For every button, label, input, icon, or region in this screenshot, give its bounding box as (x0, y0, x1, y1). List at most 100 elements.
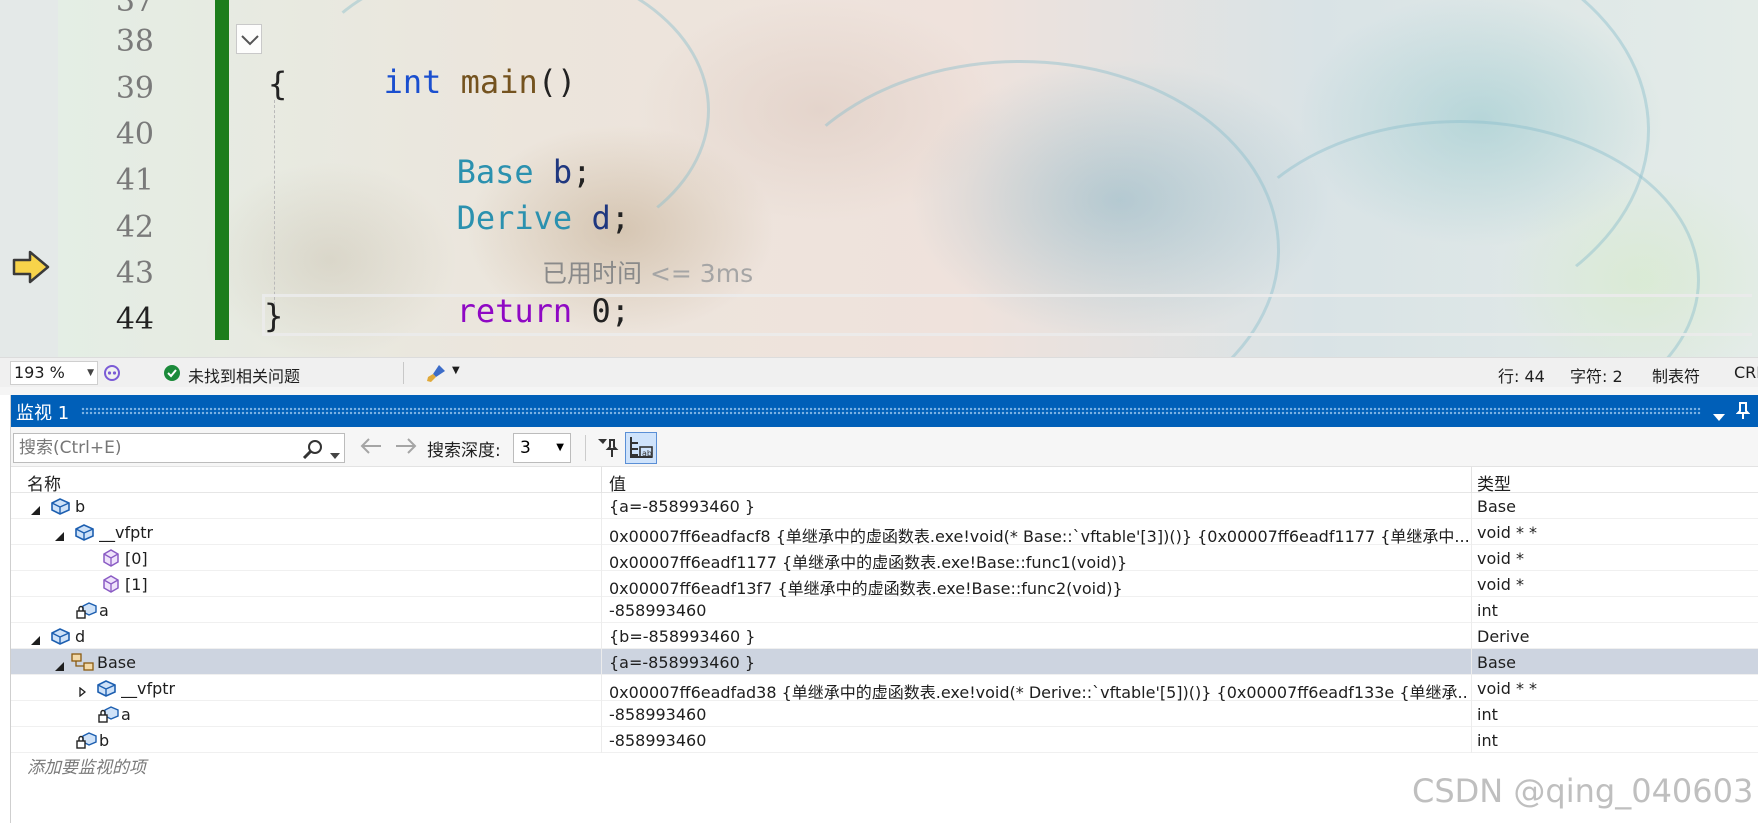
fold-icon[interactable] (236, 24, 262, 54)
table-row[interactable]: d {b=-858993460 } Derive (11, 623, 1758, 649)
var-name: a (99, 601, 109, 620)
chevron-down-icon[interactable]: ▼ (452, 365, 460, 376)
collapse-icon[interactable] (31, 630, 40, 649)
var-value[interactable]: 0x00007ff6eadf1177 {单继承中的虚函数表.exe!Base::… (609, 549, 1469, 573)
table-row[interactable]: [1] 0x00007ff6eadf13f7 {单继承中的虚函数表.exe!Ba… (11, 571, 1758, 599)
line-number: 43 (115, 256, 154, 291)
change-tracking-bar (215, 0, 229, 340)
code-editor[interactable]: 37 38 39 40 41 42 43 44 int main() { Bas… (0, 0, 1758, 357)
search-input[interactable] (19, 437, 279, 459)
array-element-icon (101, 574, 121, 598)
search-icon[interactable] (302, 439, 324, 463)
grid-icon[interactable]: ab (625, 432, 657, 464)
forward-arrow-icon[interactable] (394, 437, 418, 459)
tab-indicator[interactable]: 制表符 (1652, 363, 1700, 387)
collapse-icon[interactable] (55, 656, 64, 675)
splitter[interactable] (0, 387, 1758, 395)
private-field-icon (75, 730, 97, 754)
line-indicator[interactable]: 行: 44 (1498, 363, 1545, 387)
search-box[interactable] (13, 433, 345, 463)
object-icon (49, 626, 71, 650)
field-icon (73, 522, 95, 546)
var-type: Derive (1477, 627, 1530, 646)
table-row[interactable]: [0] 0x00007ff6eadf1177 {单继承中的虚函数表.exe!Ba… (11, 545, 1758, 573)
var-name: Base (97, 653, 136, 672)
table-row[interactable]: b {a=-858993460 } Base (11, 493, 1758, 519)
var-name: a (121, 705, 131, 724)
line-number: 44 (115, 302, 154, 337)
back-arrow-icon[interactable] (359, 437, 383, 459)
table-row[interactable]: __vfptr 0x00007ff6eadfad38 {单继承中的虚函数表.ex… (11, 675, 1758, 703)
var-value[interactable]: -858993460 (609, 601, 1469, 620)
collapse-icon[interactable] (31, 500, 40, 519)
svg-text:ab: ab (642, 449, 652, 458)
column-header-value[interactable]: 值 (609, 470, 626, 495)
perf-tip-label: 已用时间 (542, 259, 643, 288)
var-value[interactable]: -858993460 (609, 731, 1469, 750)
watch-title-bar[interactable]: 监视 1 (11, 395, 1758, 427)
column-resizer[interactable] (1471, 467, 1472, 493)
line-number: 41 (115, 163, 154, 198)
eol-indicator[interactable]: CRL (1734, 363, 1758, 382)
code-line-39: { (268, 65, 288, 103)
grid-header: 名称 值 类型 (11, 467, 1758, 495)
code-line-38: int main() (268, 22, 577, 101)
search-depth-value: 3 (520, 438, 531, 458)
chevron-down-icon[interactable] (330, 444, 340, 463)
pin-icon[interactable] (1735, 402, 1751, 424)
punct: () (537, 63, 577, 101)
window-menu-dropdown-icon[interactable] (1713, 407, 1725, 426)
var-value[interactable]: {b=-858993460 } (609, 627, 1469, 646)
pin-column-icon[interactable] (595, 436, 619, 464)
watermark: CSDN @qing_040603 (1412, 772, 1754, 810)
search-depth-dropdown[interactable]: 3 ▼ (513, 433, 571, 463)
var-name: [1] (125, 575, 148, 594)
var-value[interactable]: {a=-858993460 } (609, 653, 1469, 672)
var-value[interactable]: 0x00007ff6eadfad38 {单继承中的虚函数表.exe!void(*… (609, 679, 1469, 703)
table-row[interactable]: __vfptr 0x00007ff6eadfacf8 {单继承中的虚函数表.ex… (11, 519, 1758, 547)
var-type: int (1477, 601, 1498, 620)
var-type: int (1477, 705, 1498, 724)
column-header-type[interactable]: 类型 (1477, 470, 1511, 495)
zoom-value: 193 % (14, 363, 65, 382)
copilot-icon[interactable] (102, 364, 122, 386)
object-icon (49, 496, 71, 520)
column-resizer[interactable] (601, 467, 602, 493)
var-type: int (1477, 731, 1498, 750)
editor-status-bar: 193 % ▼ 未找到相关问题 ▼ 行: 44 字符: 2 制表符 CRL (0, 357, 1758, 387)
issues-status[interactable]: 未找到相关问题 (188, 363, 300, 387)
add-watch-item[interactable]: 添加要监视的项 (27, 753, 146, 778)
table-row[interactable]: a -858993460 int (11, 701, 1758, 727)
line-number: 37 (115, 0, 154, 19)
var-type: void * * (1477, 523, 1538, 542)
code-line-40: Base b; (341, 112, 592, 191)
table-row[interactable]: a -858993460 int (11, 597, 1758, 623)
var-value[interactable]: {a=-858993460 } (609, 497, 1469, 516)
line-number: 42 (115, 210, 154, 245)
keyword: int (383, 63, 442, 101)
function-name: main (460, 63, 538, 101)
var-value[interactable]: -858993460 (609, 705, 1469, 724)
var-type: Base (1477, 497, 1516, 516)
divider (403, 362, 404, 384)
array-element-icon (101, 548, 121, 572)
line-numbers: 37 38 39 40 41 42 43 44 (58, 0, 158, 357)
column-header-name[interactable]: 名称 (27, 470, 61, 495)
line-number: 40 (115, 117, 154, 152)
line-number: 39 (115, 71, 154, 106)
collapse-icon[interactable] (55, 526, 64, 545)
perf-tip[interactable]: 已用时间 <= 3ms (542, 254, 753, 290)
variable: d (591, 199, 611, 237)
brush-icon[interactable] (425, 363, 447, 387)
char-indicator[interactable]: 字符: 2 (1570, 363, 1623, 387)
zoom-dropdown[interactable]: 193 % ▼ (10, 361, 98, 385)
glyph-margin[interactable] (0, 0, 58, 357)
search-depth-label: 搜索深度: (427, 441, 501, 461)
expand-icon[interactable] (79, 682, 87, 701)
var-name: __vfptr (99, 523, 154, 542)
var-value[interactable]: 0x00007ff6eadfacf8 {单继承中的虚函数表.exe!void(*… (609, 523, 1469, 547)
var-value[interactable]: 0x00007ff6eadf13f7 {单继承中的虚函数表.exe!Base::… (609, 575, 1469, 599)
table-row-selected[interactable]: Base {a=-858993460 } Base (11, 649, 1758, 675)
table-row[interactable]: b -858993460 int (11, 727, 1758, 753)
watch-title: 监视 1 (16, 403, 70, 424)
